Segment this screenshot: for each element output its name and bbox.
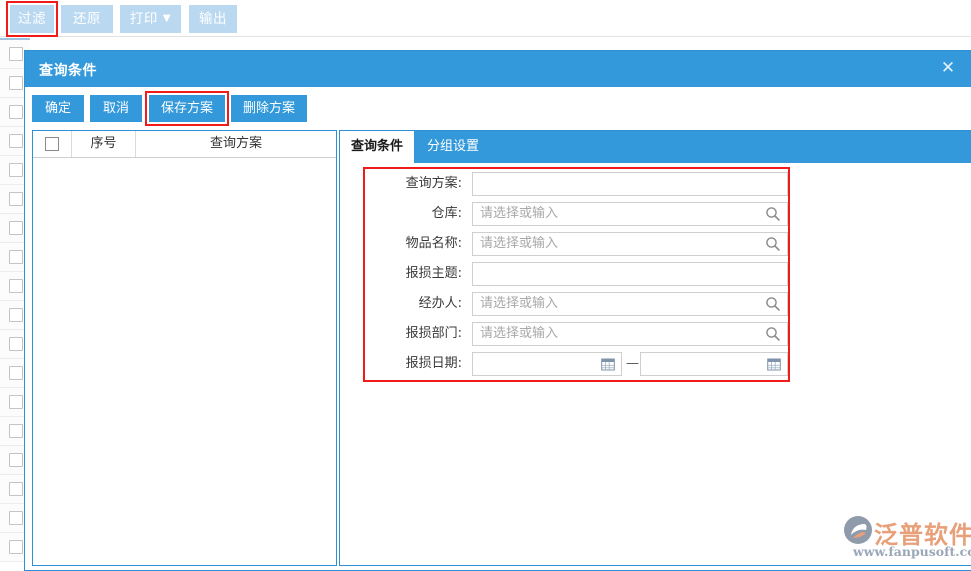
top-toolbar: 过滤 还原 打印 ▼ 输出 <box>0 0 971 37</box>
watermark: 泛普软件 www.fanpusoft.com <box>843 513 971 565</box>
column-header-scheme-name: 查询方案 <box>136 131 336 157</box>
field-row-item-name: 物品名称: 请选择或输入 <box>362 229 782 259</box>
fanpu-logo-icon <box>843 515 873 545</box>
restore-button[interactable]: 还原 <box>61 5 113 33</box>
row-checkbox[interactable] <box>9 337 23 351</box>
row-checkbox[interactable] <box>9 308 23 322</box>
loss-subject-input[interactable] <box>472 262 788 286</box>
row-checkbox[interactable] <box>9 511 23 525</box>
date-range-separator: — <box>626 352 639 376</box>
row-checkbox[interactable] <box>9 192 23 206</box>
delete-scheme-button[interactable]: 删除方案 <box>231 95 307 122</box>
field-row-loss-subject: 报损主题: <box>362 259 782 289</box>
export-button[interactable]: 输出 <box>189 5 237 33</box>
item-name-input[interactable]: 请选择或输入 <box>472 232 788 256</box>
row-checkbox[interactable] <box>9 105 23 119</box>
tab-strip: 查询条件 分组设置 <box>340 131 971 163</box>
row-checkbox[interactable] <box>9 395 23 409</box>
column-header-index: 序号 <box>72 131 136 157</box>
field-label-loss-department: 报损部门: <box>362 319 466 349</box>
row-checkbox[interactable] <box>9 163 23 177</box>
tab-group-settings-label: 分组设置 <box>427 139 479 154</box>
loss-department-placeholder: 请选择或输入 <box>480 323 558 345</box>
query-form-body: 查询方案: 仓库: 请选择或输入 物品名称: <box>340 163 971 565</box>
field-label-handler: 经办人: <box>362 289 466 319</box>
cancel-button[interactable]: 取消 <box>90 95 142 122</box>
warehouse-input[interactable]: 请选择或输入 <box>472 202 788 226</box>
field-label-warehouse: 仓库: <box>362 199 466 229</box>
row-checkbox[interactable] <box>9 76 23 90</box>
search-icon[interactable] <box>765 236 781 252</box>
row-checkbox[interactable] <box>9 221 23 235</box>
field-row-loss-date: 报损日期: — <box>362 349 782 379</box>
print-button-label: 打印 <box>130 11 158 27</box>
search-icon[interactable] <box>765 326 781 342</box>
row-checkbox[interactable] <box>9 482 23 496</box>
calendar-icon[interactable] <box>601 357 615 371</box>
row-checkbox[interactable] <box>9 250 23 264</box>
scheme-grid-header: 序号 查询方案 <box>33 131 336 158</box>
scheme-name-input[interactable] <box>472 172 788 196</box>
export-button-label: 输出 <box>199 11 227 27</box>
loss-department-input[interactable]: 请选择或输入 <box>472 322 788 346</box>
confirm-button[interactable]: 确定 <box>32 95 84 122</box>
search-icon[interactable] <box>765 296 781 312</box>
field-row-scheme: 查询方案: <box>362 169 782 199</box>
filter-button[interactable]: 过滤 <box>10 5 54 33</box>
confirm-button-label: 确定 <box>45 101 71 116</box>
query-conditions-dialog: 查询条件 ✕ 确定 取消 保存方案 删除方案 序号 <box>24 50 971 571</box>
calendar-icon[interactable] <box>767 357 781 371</box>
cancel-button-label: 取消 <box>103 101 129 116</box>
tab-query-conditions-label: 查询条件 <box>351 139 403 154</box>
tab-group-settings[interactable]: 分组设置 <box>414 131 492 163</box>
app-root: 过滤 还原 打印 ▼ 输出 查询条件 ✕ 确定 取消 保存方案 <box>0 0 971 571</box>
scheme-grid-body[interactable] <box>33 158 336 565</box>
select-all-checkbox[interactable] <box>45 137 59 151</box>
row-checkbox[interactable] <box>9 453 23 467</box>
row-checkbox[interactable] <box>9 279 23 293</box>
row-checkbox[interactable] <box>9 424 23 438</box>
save-scheme-button[interactable]: 保存方案 <box>149 95 225 122</box>
print-button[interactable]: 打印 ▼ <box>120 5 181 33</box>
row-checkbox[interactable] <box>9 47 23 61</box>
warehouse-placeholder: 请选择或输入 <box>480 203 558 225</box>
dialog-action-bar: 确定 取消 保存方案 删除方案 <box>25 87 971 129</box>
field-label-scheme: 查询方案: <box>362 169 466 199</box>
field-row-handler: 经办人: 请选择或输入 <box>362 289 782 319</box>
save-scheme-button-label: 保存方案 <box>161 101 213 116</box>
query-form-panel: 查询条件 分组设置 查询方案: 仓库: 请选择或输入 <box>339 130 971 566</box>
loss-date-from-input[interactable] <box>472 352 622 376</box>
tab-query-conditions[interactable]: 查询条件 <box>340 131 414 163</box>
chevron-down-icon: ▼ <box>163 5 171 33</box>
dialog-header: 查询条件 ✕ <box>25 51 971 87</box>
select-all-cell[interactable] <box>33 131 72 157</box>
delete-scheme-button-label: 删除方案 <box>243 101 295 116</box>
close-icon[interactable]: ✕ <box>937 58 959 80</box>
restore-button-label: 还原 <box>73 11 101 27</box>
field-label-loss-date: 报损日期: <box>362 349 466 379</box>
handler-placeholder: 请选择或输入 <box>480 293 558 315</box>
field-label-item-name: 物品名称: <box>362 229 466 259</box>
watermark-url: www.fanpusoft.com <box>853 544 971 559</box>
scheme-list-panel: 序号 查询方案 <box>32 130 337 566</box>
search-icon[interactable] <box>765 206 781 222</box>
field-row-warehouse: 仓库: 请选择或输入 <box>362 199 782 229</box>
loss-date-to-input[interactable] <box>640 352 788 376</box>
dialog-title: 查询条件 <box>39 60 97 80</box>
filter-button-label: 过滤 <box>18 11 46 27</box>
handler-input[interactable]: 请选择或输入 <box>472 292 788 316</box>
row-checkbox[interactable] <box>9 540 23 554</box>
item-name-placeholder: 请选择或输入 <box>480 233 558 255</box>
field-label-loss-subject: 报损主题: <box>362 259 466 289</box>
row-checkbox[interactable] <box>9 366 23 380</box>
field-row-loss-department: 报损部门: 请选择或输入 <box>362 319 782 349</box>
row-checkbox[interactable] <box>9 134 23 148</box>
